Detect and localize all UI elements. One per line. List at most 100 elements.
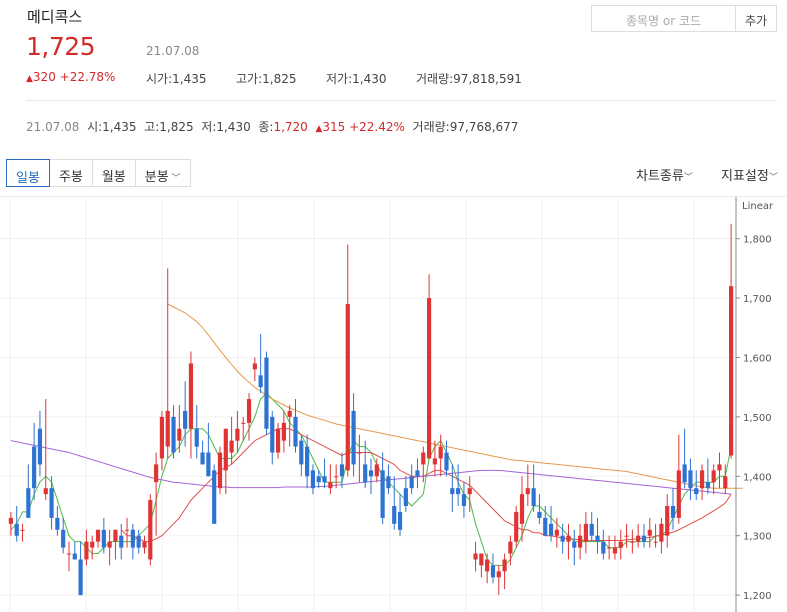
- candle-down: [206, 452, 211, 477]
- price-change: ▲320 +22.78%: [26, 70, 115, 84]
- change-value: 320 +22.78%: [32, 70, 116, 84]
- detail-open-label: 시: [87, 120, 99, 134]
- candle-down: [194, 428, 199, 447]
- detail-low: 1,430: [216, 120, 251, 134]
- candle-up: [479, 553, 484, 566]
- candle-up: [514, 511, 519, 542]
- candle-down: [293, 416, 298, 447]
- indicator-menu[interactable]: 지표설정﹀: [721, 165, 778, 184]
- candle-up: [519, 494, 525, 524]
- candle-up: [188, 363, 194, 429]
- candle-up: [217, 452, 223, 489]
- candle-down: [310, 470, 316, 489]
- volume-value: 97,818,591: [453, 72, 522, 86]
- candlestick-chart[interactable]: Linear 1,200 1,300 1,400 1,500 1,600 1,700 1,8…: [0, 197, 787, 612]
- detail-date: 21.07.08: [26, 120, 80, 134]
- candle-up: [577, 535, 583, 548]
- detail-high: 1,825: [159, 120, 194, 134]
- detail-change: 315 +22.42%: [322, 120, 405, 134]
- candle-up: [43, 488, 48, 495]
- current-price: 1,725: [26, 32, 96, 61]
- candle-up: [659, 523, 664, 542]
- tab-daily[interactable]: 일봉: [6, 159, 50, 187]
- candle-up: [432, 458, 437, 465]
- detail-high-label: 고: [144, 120, 156, 134]
- candle-down: [537, 511, 542, 518]
- candle-up: [229, 440, 234, 453]
- candle-up: [485, 559, 490, 572]
- candle-down: [32, 446, 37, 489]
- candle-down: [26, 488, 31, 518]
- indicator-label: 지표설정: [721, 169, 769, 184]
- search-input[interactable]: 종목명 or 코드: [591, 5, 736, 32]
- detail-low-label: 저: [201, 120, 213, 134]
- candle-up: [699, 470, 705, 489]
- candle-down: [299, 440, 304, 465]
- candle-up: [723, 476, 728, 489]
- candle-up: [235, 428, 240, 441]
- candle-up: [177, 428, 182, 441]
- tab-monthly[interactable]: 월봉: [93, 160, 136, 186]
- y-tick-label: 1,200: [743, 591, 772, 602]
- high-stat: 고가:1,825: [236, 72, 297, 86]
- candle-up: [223, 428, 228, 471]
- candle-down: [694, 488, 699, 495]
- candle-up: [275, 428, 281, 453]
- candle-down: [101, 529, 106, 548]
- candle-down: [363, 464, 368, 483]
- candle-up: [618, 541, 623, 548]
- chart-type-menu[interactable]: 차트종류﹀: [636, 165, 693, 184]
- candle-up: [357, 452, 362, 454]
- candle-up: [653, 541, 658, 543]
- candle-up: [124, 529, 130, 531]
- candle-up: [729, 286, 734, 456]
- price-date: 21.07.08: [146, 44, 200, 58]
- candle-down: [601, 541, 606, 554]
- candle-up: [473, 553, 478, 560]
- y-scale-label: Linear: [742, 201, 774, 212]
- candle-up: [159, 416, 165, 459]
- candle-up: [84, 541, 89, 560]
- candles: [8, 223, 734, 596]
- candle-up: [676, 470, 681, 518]
- candle-down: [264, 357, 269, 429]
- candle-down: [444, 452, 449, 471]
- low-label: 저가: [326, 72, 349, 86]
- candle-down: [119, 535, 124, 548]
- tab-minute[interactable]: 분봉 ﹀: [136, 160, 190, 186]
- candle-up: [90, 541, 95, 548]
- candle-down: [351, 410, 356, 465]
- candle-up: [241, 422, 246, 424]
- y-tick-label: 1,800: [743, 235, 772, 246]
- candle-up: [426, 298, 432, 459]
- candle-down: [339, 464, 345, 477]
- detail-close: 1,720: [273, 120, 308, 134]
- high-label: 고가: [236, 72, 259, 86]
- candle-down: [409, 476, 414, 489]
- candle-down: [136, 535, 141, 548]
- candle-up: [636, 535, 641, 542]
- candle-down: [641, 535, 647, 542]
- tab-minute-label: 분봉: [144, 170, 169, 185]
- candle-down: [589, 523, 594, 536]
- candle-up: [502, 559, 507, 572]
- y-tick-label: 1,500: [743, 413, 772, 424]
- tab-weekly[interactable]: 주봉: [50, 160, 93, 186]
- candle-up: [467, 488, 472, 495]
- chart-type-label: 차트종류: [636, 169, 684, 184]
- candle-up: [252, 363, 257, 370]
- add-button[interactable]: 추가: [736, 5, 777, 32]
- candle-down: [490, 565, 496, 578]
- candle-down: [61, 529, 66, 548]
- candle-up: [287, 410, 292, 417]
- moving-average-lines: [10, 303, 743, 566]
- candle-up: [647, 529, 652, 536]
- candle-down: [130, 529, 135, 548]
- chart-grid: [0, 197, 736, 612]
- y-tick-label: 1,700: [743, 294, 772, 305]
- y-tick-label: 1,600: [743, 353, 772, 364]
- candle-up: [566, 535, 571, 542]
- candle-up: [95, 529, 101, 542]
- stock-name: 메디콕스: [27, 8, 83, 26]
- candle-up: [154, 464, 159, 483]
